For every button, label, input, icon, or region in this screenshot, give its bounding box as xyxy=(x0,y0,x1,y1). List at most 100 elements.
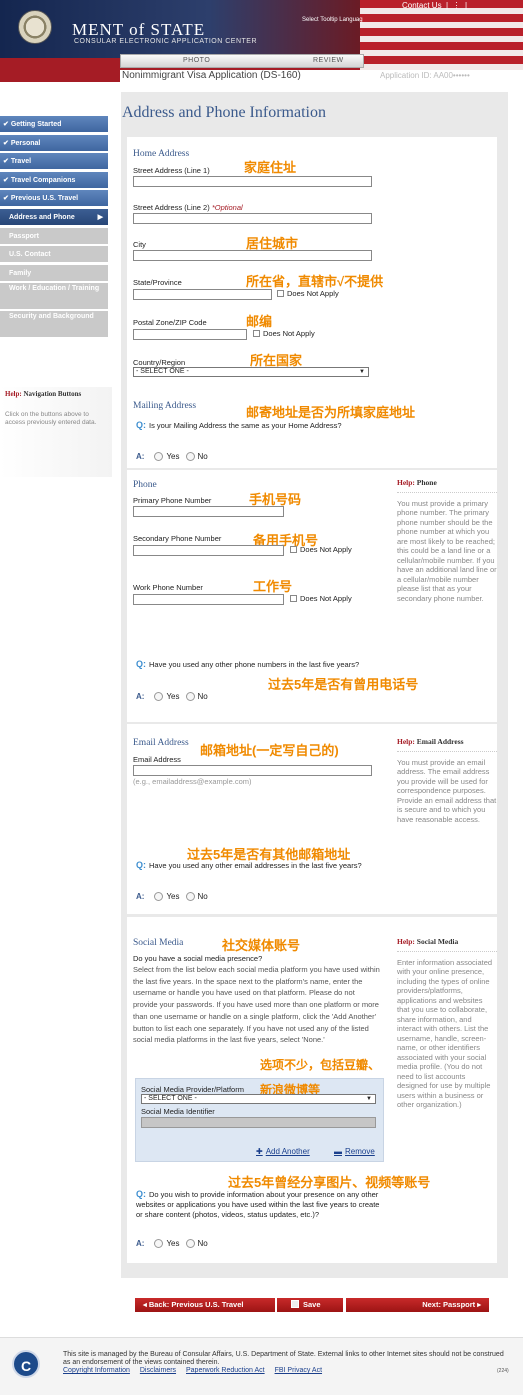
checkbox[interactable] xyxy=(290,546,297,553)
radio-no[interactable] xyxy=(185,1239,195,1248)
phone-help: Help: Phone You must provide a primary ph… xyxy=(397,478,497,603)
state-input[interactable] xyxy=(133,289,272,300)
sidebar-item-previous-us-travel[interactable]: ✔ Previous U.S. Travel xyxy=(0,190,108,207)
phone-heading: Phone xyxy=(133,480,157,490)
application-id: Application ID: AA00•••••• xyxy=(380,71,470,80)
work-does-not-apply[interactable]: Does Not Apply xyxy=(290,594,352,603)
social-provider-label: Social Media Provider/Platform xyxy=(141,1085,244,1094)
application-title: Nonimmigrant Visa Application (DS-160) Ap… xyxy=(120,70,523,82)
sidebar-item-travel-companions[interactable]: ✔ Travel Companions xyxy=(0,172,108,189)
footer-link-paperwork[interactable]: Paperwork Reduction Act xyxy=(186,1367,265,1374)
tab-review[interactable]: REVIEW xyxy=(313,57,344,64)
navigation-help: Help: Navigation Buttons Click on the bu… xyxy=(0,387,112,477)
annotation-social: 社交媒体账号 xyxy=(222,938,301,953)
annotation-mailing: 邮寄地址是否为所填家庭地址 xyxy=(246,405,416,420)
back-button[interactable]: ◂ Back: Previous U.S. Travel xyxy=(135,1298,275,1312)
radio-no[interactable] xyxy=(185,452,195,461)
annotation-email: 邮箱地址(一定写自己的) xyxy=(200,743,339,758)
email-label: Email Address xyxy=(133,755,181,764)
other-email-question: Q: Have you used any other email addresse… xyxy=(136,860,362,870)
email-heading: Email Address xyxy=(133,738,189,748)
city-label: City xyxy=(133,240,146,249)
email-input[interactable] xyxy=(133,765,372,776)
footer-link-copyright[interactable]: Copyright Information xyxy=(63,1367,130,1374)
form-navigation: ◂ Back: Previous U.S. Travel Save Next: … xyxy=(135,1298,489,1312)
sidebar-item-travel[interactable]: ✔ Travel xyxy=(0,153,108,170)
sidebar-item-personal[interactable]: ✔ Personal xyxy=(0,135,108,152)
radio-no[interactable] xyxy=(185,892,195,901)
annotation-state: 所在省，直辖市√不提供 xyxy=(246,274,384,289)
plus-icon: ✚ xyxy=(256,1147,263,1156)
country-label: Country/Region xyxy=(133,358,186,367)
other-phone-question: Q: Have you used any other phone numbers … xyxy=(136,659,360,669)
email-example: (e.g., emailaddress@example.com) xyxy=(133,777,252,786)
tooltip-language-select[interactable]: Select Tooltip Languag xyxy=(302,17,363,23)
work-phone-input[interactable] xyxy=(133,594,284,605)
social-presence-text: Select from the list below each social m… xyxy=(133,965,380,1045)
share-answer: A: Yes No xyxy=(136,1239,208,1248)
sidebar-item-work-education: Work / Education / Training xyxy=(0,283,108,310)
work-phone-label: Work Phone Number xyxy=(133,583,203,592)
save-icon xyxy=(291,1300,299,1308)
progress-tabs: PHOTO REVIEW xyxy=(120,54,364,68)
postal-input[interactable] xyxy=(133,329,247,340)
checkbox[interactable] xyxy=(277,290,284,297)
mailing-heading: Mailing Address xyxy=(133,401,197,411)
street2-label: Street Address (Line 2) *Optional xyxy=(133,203,243,212)
center-title: CONSULAR ELECTRONIC APPLICATION CENTER xyxy=(74,38,258,45)
annotation-home: 家庭住址 xyxy=(244,160,297,175)
social-identifier-label: Social Media Identifier xyxy=(141,1107,215,1116)
share-question: Q: Do you wish to provide information abo… xyxy=(136,1189,380,1219)
country-select[interactable]: - SELECT ONE - xyxy=(133,367,369,377)
annotation-postal: 邮编 xyxy=(246,314,273,329)
social-heading: Social Media xyxy=(133,938,184,948)
mailing-question: Q: Is your Mailing Address the same as yo… xyxy=(136,420,342,430)
annotation-work: 工作号 xyxy=(253,579,293,594)
secondary-phone-input[interactable] xyxy=(133,545,284,556)
remove-link[interactable]: ▬ Remove xyxy=(334,1147,375,1156)
other-email-answer: A: Yes No xyxy=(136,892,208,901)
checkbox[interactable] xyxy=(253,330,260,337)
sidebar-item-security: Security and Background xyxy=(0,311,108,338)
street1-label: Street Address (Line 1) xyxy=(133,166,210,175)
sidebar-item-us-contact: U.S. Contact xyxy=(0,246,108,263)
radio-no[interactable] xyxy=(185,692,195,701)
radio-yes[interactable] xyxy=(154,892,164,901)
chevron-right-icon: ▶ xyxy=(97,214,103,221)
footer-code: (224) xyxy=(497,1368,509,1374)
primary-phone-input[interactable] xyxy=(133,506,284,517)
annotation-other-phone: 过去5年是否有曾用电话号 xyxy=(268,677,419,692)
footer-links: Copyright Information Disclaimers Paperw… xyxy=(63,1367,330,1374)
tab-photo[interactable]: PHOTO xyxy=(183,57,210,64)
footer-link-fbi-privacy[interactable]: FBI Privacy Act xyxy=(275,1367,322,1374)
radio-yes[interactable] xyxy=(154,452,164,461)
secondary-phone-label: Secondary Phone Number xyxy=(133,534,222,543)
next-button[interactable]: Next: Passport ▸ xyxy=(346,1298,489,1312)
checkbox[interactable] xyxy=(290,595,297,602)
mailing-answer: A: Yes No xyxy=(136,452,208,461)
save-button[interactable]: Save xyxy=(277,1298,343,1312)
social-provider-select[interactable]: - SELECT ONE - xyxy=(141,1094,376,1104)
footer-link-disclaimers[interactable]: Disclaimers xyxy=(140,1367,176,1374)
city-input[interactable] xyxy=(133,250,372,261)
department-title: MENT of STATE xyxy=(72,20,206,39)
sidebar-item-address-phone[interactable]: Address and Phone ▶ xyxy=(0,209,108,226)
sidebar-item-family: Family xyxy=(0,265,108,282)
footer-text: This site is managed by the Bureau of Co… xyxy=(63,1351,504,1366)
page-title: Address and Phone Information xyxy=(122,104,326,121)
add-another-link[interactable]: ✚ Add Another xyxy=(256,1147,310,1156)
street1-input[interactable] xyxy=(133,176,372,187)
secondary-does-not-apply[interactable]: Does Not Apply xyxy=(290,545,352,554)
consular-affairs-logo: C xyxy=(12,1350,40,1378)
sidebar-item-passport: Passport xyxy=(0,228,108,245)
contact-us-link[interactable]: Contact Us | ⋮ | xyxy=(402,1,467,10)
radio-yes[interactable] xyxy=(154,1239,164,1248)
social-help: Help: Social Media Enter information asso… xyxy=(397,937,497,1110)
radio-yes[interactable] xyxy=(154,692,164,701)
postal-does-not-apply[interactable]: Does Not Apply xyxy=(253,329,315,338)
street2-input[interactable] xyxy=(133,213,372,224)
social-identifier-input[interactable] xyxy=(141,1117,376,1128)
annotation-options1: 选项不少，包括豆瓣、 xyxy=(260,1058,381,1072)
sidebar-item-getting-started[interactable]: ✔ Getting Started xyxy=(0,116,108,133)
state-does-not-apply[interactable]: Does Not Apply xyxy=(277,289,339,298)
